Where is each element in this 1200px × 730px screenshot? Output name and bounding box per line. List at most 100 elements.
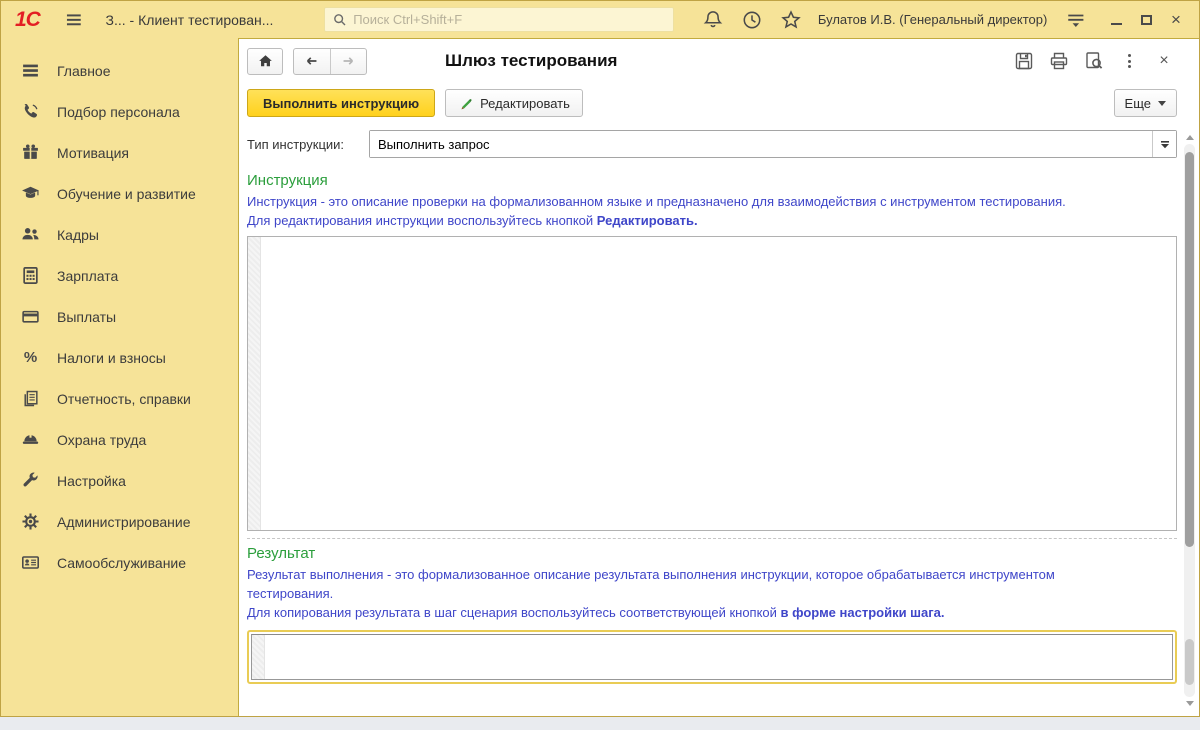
sidebar-item-self-service[interactable]: Самообслуживание (1, 542, 238, 583)
edit-button[interactable]: Редактировать (445, 89, 583, 117)
result-editor-focus-ring (247, 630, 1177, 684)
sidebar-item-administration[interactable]: Администрирование (1, 501, 238, 542)
page-title: Шлюз тестирования (445, 51, 618, 70)
instruction-type-field (369, 130, 1177, 158)
sidebar-item-label: Самообслуживание (57, 554, 187, 571)
scrollbar-thumb[interactable] (1185, 152, 1194, 547)
result-editor[interactable] (251, 634, 1173, 680)
result-section: Результат Результат выполнения - это фор… (247, 545, 1177, 684)
window-close-button[interactable]: × (1161, 8, 1191, 32)
instruction-heading: Инструкция (247, 172, 328, 189)
instruction-editor[interactable] (247, 236, 1177, 531)
save-icon[interactable] (1013, 50, 1035, 72)
more-menu-kebab-icon[interactable] (1118, 50, 1140, 72)
favorites-star-icon[interactable] (780, 9, 802, 31)
window-title: З... - Клиент тестирован... (105, 11, 274, 28)
sidebar-item-main[interactable]: Главное (1, 50, 238, 91)
sidebar-item-label: Кадры (57, 226, 99, 243)
minimize-button[interactable] (1101, 8, 1131, 32)
search-input[interactable] (353, 12, 666, 27)
more-button-label: Еще (1124, 95, 1151, 111)
sidebar-item-label: Зарплата (57, 267, 119, 284)
chevron-down-icon (1158, 101, 1166, 106)
result-description: Результат выполнения - это формализованн… (247, 567, 1055, 601)
sidebar-item-label: Подбор персонала (57, 103, 180, 120)
home-button[interactable] (247, 47, 283, 75)
sidebar-item-motivation[interactable]: Мотивация (1, 132, 238, 173)
scrollbar-thumb-secondary[interactable] (1185, 639, 1194, 685)
forward-button[interactable] (331, 49, 367, 74)
helmet-icon (21, 430, 40, 449)
maximize-button[interactable] (1131, 8, 1161, 32)
instruction-editor-text[interactable] (261, 237, 1176, 530)
more-button[interactable]: Еще (1113, 89, 1177, 117)
sidebar-item-taxes[interactable]: % Налоги и взносы (1, 337, 238, 378)
idcard-icon (21, 553, 40, 572)
people-icon (21, 225, 40, 244)
instruction-section: Инструкция Инструкция - это описание про… (247, 172, 1177, 531)
edit-button-label: Редактировать (480, 95, 570, 111)
sidebar-item-label: Охрана труда (57, 431, 147, 448)
vertical-scrollbar[interactable] (1183, 135, 1196, 706)
instruction-description: Инструкция - это описание проверки на фо… (247, 194, 1066, 209)
editor-gutter (252, 635, 265, 679)
search-icon (332, 12, 347, 28)
sidebar-item-label: Отчетность, справки (57, 390, 191, 407)
instruction-type-input[interactable] (370, 131, 1152, 157)
combo-arrow-icon (1160, 140, 1169, 148)
scroll-down-icon[interactable] (1185, 701, 1194, 706)
notifications-bell-icon[interactable] (702, 9, 724, 31)
back-button[interactable] (294, 48, 331, 74)
gift-icon (21, 143, 40, 162)
instruction-hint: Для редактирования инструкции воспользуй… (247, 213, 698, 228)
main-menu-icon[interactable] (64, 10, 84, 30)
form-close-icon[interactable]: × (1153, 50, 1175, 72)
print-icon[interactable] (1048, 50, 1070, 72)
app-window: 1С З... - Клиент тестирован... Булатов И… (0, 0, 1200, 717)
card-icon (21, 307, 40, 326)
gear-icon (21, 512, 40, 531)
history-nav-group (293, 47, 367, 75)
pencil-icon (458, 96, 473, 111)
sidebar-item-label: Главное (57, 62, 111, 79)
sidebar-item-reports[interactable]: Отчетность, справки (1, 378, 238, 419)
documents-icon (21, 389, 40, 408)
sidebar-item-label: Обучение и развитие (57, 185, 196, 202)
run-instruction-button[interactable]: Выполнить инструкцию (247, 89, 436, 117)
instruction-type-label: Тип инструкции: (247, 136, 345, 152)
sidebar-item-salary[interactable]: Зарплата (1, 255, 238, 296)
sidebar-item-label: Администрирование (57, 513, 191, 530)
sidebar-item-training[interactable]: Обучение и развитие (1, 173, 238, 214)
scrollbar-track[interactable] (1184, 144, 1195, 697)
percent-icon: % (23, 349, 38, 366)
phone-icon (21, 102, 40, 121)
section-divider (247, 538, 1177, 539)
sidebar-item-label: Налоги и взносы (57, 349, 166, 366)
sidebar-item-payments[interactable]: Выплаты (1, 296, 238, 337)
sidebar-item-label: Мотивация (57, 144, 130, 161)
service-menu-icon[interactable] (1065, 9, 1087, 31)
history-icon[interactable] (741, 9, 763, 31)
instruction-type-dropdown-button[interactable] (1152, 131, 1176, 157)
calculator-icon (21, 266, 40, 285)
menu-icon (21, 61, 40, 80)
result-heading: Результат (247, 545, 316, 562)
sidebar: Главное Подбор персонала Мотивация Обучение… (1, 38, 238, 716)
titlebar: 1С З... - Клиент тестирован... Булатов И… (1, 1, 1199, 38)
sidebar-item-settings[interactable]: Настройка (1, 460, 238, 501)
editor-gutter (248, 237, 261, 530)
result-hint: Для копирования результата в шаг сценари… (247, 605, 945, 620)
form-area: Шлюз тестирования × Выполнить инструкцию… (238, 38, 1199, 716)
sidebar-item-labor-safety[interactable]: Охрана труда (1, 419, 238, 460)
1c-logo: 1С (15, 7, 41, 31)
sidebar-item-recruiting[interactable]: Подбор персонала (1, 91, 238, 132)
wrench-icon (21, 471, 40, 490)
result-editor-text[interactable] (265, 635, 1172, 679)
scroll-up-icon[interactable] (1185, 135, 1194, 140)
print-preview-icon[interactable] (1083, 50, 1105, 72)
sidebar-item-label: Настройка (57, 472, 126, 489)
current-user[interactable]: Булатов И.В. (Генеральный директор) (818, 12, 1048, 27)
graduation-icon (21, 184, 40, 203)
sidebar-item-hr[interactable]: Кадры (1, 214, 238, 255)
global-search-box[interactable] (324, 7, 674, 32)
